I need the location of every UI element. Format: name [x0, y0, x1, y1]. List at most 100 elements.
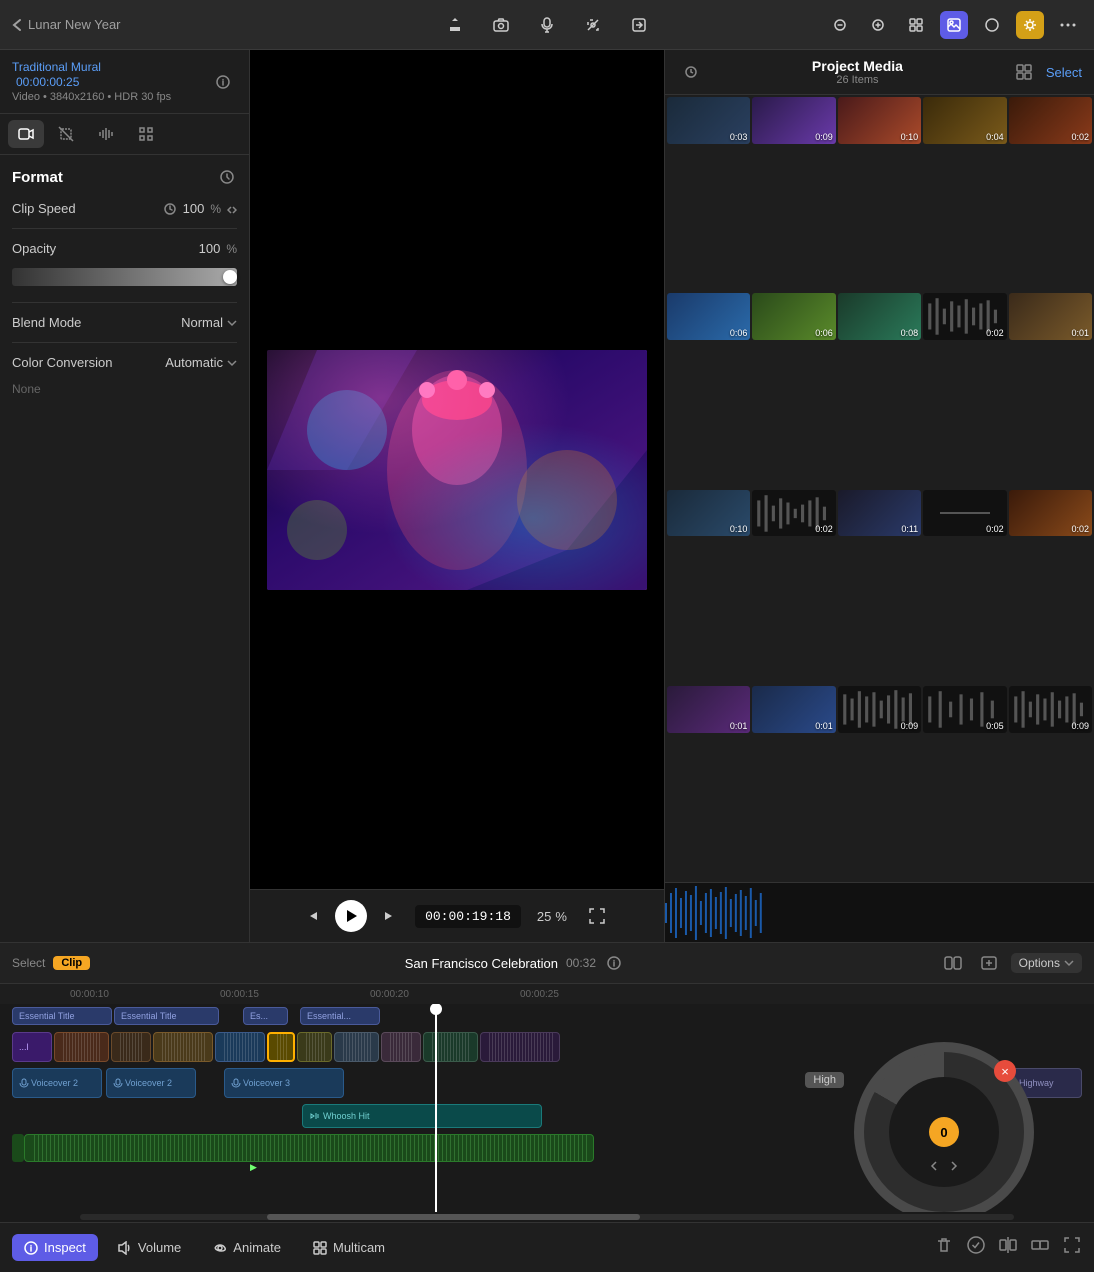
media-thumb-5[interactable]: 0:02	[1009, 97, 1092, 144]
magic-button[interactable]	[579, 11, 607, 39]
volume-label: Volume	[138, 1240, 181, 1255]
video-clip-6[interactable]	[297, 1032, 332, 1062]
color-conversion-label: Color Conversion	[12, 355, 112, 370]
timeline-info-button[interactable]	[604, 953, 624, 973]
opacity-slider-thumb[interactable]	[223, 270, 237, 284]
timeline-icon-1[interactable]	[939, 949, 967, 977]
media-thumb-4[interactable]: 0:04	[923, 97, 1006, 144]
tab-effects[interactable]	[128, 120, 164, 148]
timeline-scrollbar-thumb[interactable]	[267, 1214, 641, 1220]
playhead[interactable]	[435, 1004, 437, 1212]
color-conversion-chevron-icon[interactable]	[227, 359, 237, 367]
detach-button[interactable]	[1030, 1235, 1050, 1260]
media-thumb-6[interactable]: 0:06	[667, 293, 750, 340]
timeline-icon-2[interactable]	[975, 949, 1003, 977]
split-button[interactable]	[998, 1235, 1018, 1260]
sun-button[interactable]	[1016, 11, 1044, 39]
media-thumb-1[interactable]: 0:03	[667, 97, 750, 144]
grid-button[interactable]	[902, 11, 930, 39]
share-button[interactable]	[441, 11, 469, 39]
info-button[interactable]	[209, 68, 237, 96]
media-thumb-15[interactable]: 0:02	[1009, 490, 1092, 537]
media-thumb-19[interactable]: 0:05	[923, 686, 1006, 733]
title-clip-4[interactable]: Essential...	[300, 1007, 380, 1025]
video-clip-4[interactable]	[153, 1032, 213, 1062]
clip-tag[interactable]: Clip	[53, 956, 90, 970]
tab-video[interactable]	[8, 120, 44, 148]
zoom-out-button[interactable]	[826, 11, 854, 39]
opacity-slider-container[interactable]	[12, 268, 237, 286]
media-thumb-16[interactable]: 0:01	[667, 686, 750, 733]
timeline-header: Select Clip San Francisco Celebration 00…	[0, 943, 1094, 984]
fullscreen-timeline-button[interactable]	[1062, 1235, 1082, 1260]
clip-info: Traditional Mural 00:00:00:25 Video • 38…	[0, 50, 249, 114]
skip-forward-button[interactable]	[383, 908, 399, 924]
video-clip-9[interactable]	[423, 1032, 478, 1062]
video-clip-10[interactable]	[480, 1032, 560, 1062]
speed-chevron-icon[interactable]	[227, 202, 237, 216]
export-button[interactable]	[625, 11, 653, 39]
title-clip-2[interactable]: Essential Title	[114, 1007, 219, 1025]
options-label: Options	[1019, 956, 1060, 970]
grid-view-button[interactable]	[1010, 58, 1038, 86]
title-clip-3[interactable]: Es...	[243, 1007, 288, 1025]
format-options-button[interactable]	[217, 167, 237, 187]
music-clip[interactable]	[24, 1134, 594, 1162]
whoosh-clip[interactable]: Whoosh Hit	[302, 1104, 542, 1128]
play-button[interactable]	[335, 900, 367, 932]
media-thumb-11[interactable]: 0:10	[667, 490, 750, 537]
media-thumb-8[interactable]: 0:08	[838, 293, 921, 340]
voiceover-clip-2[interactable]: Voiceover 2	[106, 1068, 196, 1098]
tab-audio[interactable]	[88, 120, 124, 148]
list-view-button[interactable]	[677, 58, 705, 86]
media-thumb-9[interactable]: 0:02	[923, 293, 1006, 340]
zoom-in-button[interactable]	[864, 11, 892, 39]
media-thumb-7[interactable]: 0:06	[752, 293, 835, 340]
multicam-button[interactable]: Multicam	[301, 1234, 397, 1261]
timeline-tracks: Essential Title Essential Title Es... Es…	[0, 1004, 1094, 1212]
voiceover-clip-3[interactable]: Voiceover 3	[224, 1068, 344, 1098]
video-clip-3[interactable]	[111, 1032, 151, 1062]
media-thumb-12[interactable]: 0:02	[752, 490, 835, 537]
media-thumb-18[interactable]: 0:09	[838, 686, 921, 733]
clip-speed-row: Clip Speed 100 %	[12, 201, 237, 216]
more-button[interactable]	[1054, 11, 1082, 39]
timeline-scrollbar-track[interactable]	[80, 1214, 1014, 1220]
video-clip-8[interactable]	[381, 1032, 421, 1062]
check-button[interactable]	[966, 1235, 986, 1260]
media-thumb-13[interactable]: 0:11	[838, 490, 921, 537]
voiceover-3-label: Voiceover 3	[243, 1078, 290, 1088]
video-clip-selected[interactable]	[267, 1032, 295, 1062]
animate-button[interactable]: Animate	[201, 1234, 293, 1261]
media-thumb-17[interactable]: 0:01	[752, 686, 835, 733]
volume-button[interactable]: Volume	[106, 1234, 193, 1261]
speed-dial[interactable]: 0 ×	[854, 1042, 1034, 1212]
media-thumb-10[interactable]: 0:01	[1009, 293, 1092, 340]
media-thumb-14[interactable]: 0:02	[923, 490, 1006, 537]
photo-button[interactable]	[940, 11, 968, 39]
voiceover-clip-1[interactable]: Voiceover 2	[12, 1068, 102, 1098]
tab-crop[interactable]	[48, 120, 84, 148]
mic-button[interactable]	[533, 11, 561, 39]
media-thumb-20[interactable]: 0:09	[1009, 686, 1092, 733]
camera-button[interactable]	[487, 11, 515, 39]
inspect-button[interactable]: Inspect	[12, 1234, 98, 1261]
waveform-full	[665, 883, 1094, 942]
back-button[interactable]: Lunar New Year	[12, 17, 121, 32]
options-button[interactable]: Options	[1011, 953, 1082, 973]
speed-dial-close-button[interactable]: ×	[994, 1060, 1016, 1082]
delete-button[interactable]	[934, 1235, 954, 1260]
video-clip-1[interactable]: ...l	[12, 1032, 52, 1062]
select-button[interactable]: Select	[1046, 65, 1082, 80]
title-clip-1[interactable]: Essential Title	[12, 1007, 112, 1025]
fullscreen-button[interactable]	[583, 902, 611, 930]
media-thumb-2[interactable]: 0:09	[752, 97, 835, 144]
media-thumb-3[interactable]: 0:10	[838, 97, 921, 144]
blend-mode-chevron-icon[interactable]	[227, 319, 237, 327]
circle-button[interactable]	[978, 11, 1006, 39]
video-clip-7[interactable]	[334, 1032, 379, 1062]
video-clip-5[interactable]	[215, 1032, 265, 1062]
skip-back-button[interactable]	[303, 908, 319, 924]
video-clip-2[interactable]	[54, 1032, 109, 1062]
opacity-slider[interactable]	[12, 268, 237, 286]
